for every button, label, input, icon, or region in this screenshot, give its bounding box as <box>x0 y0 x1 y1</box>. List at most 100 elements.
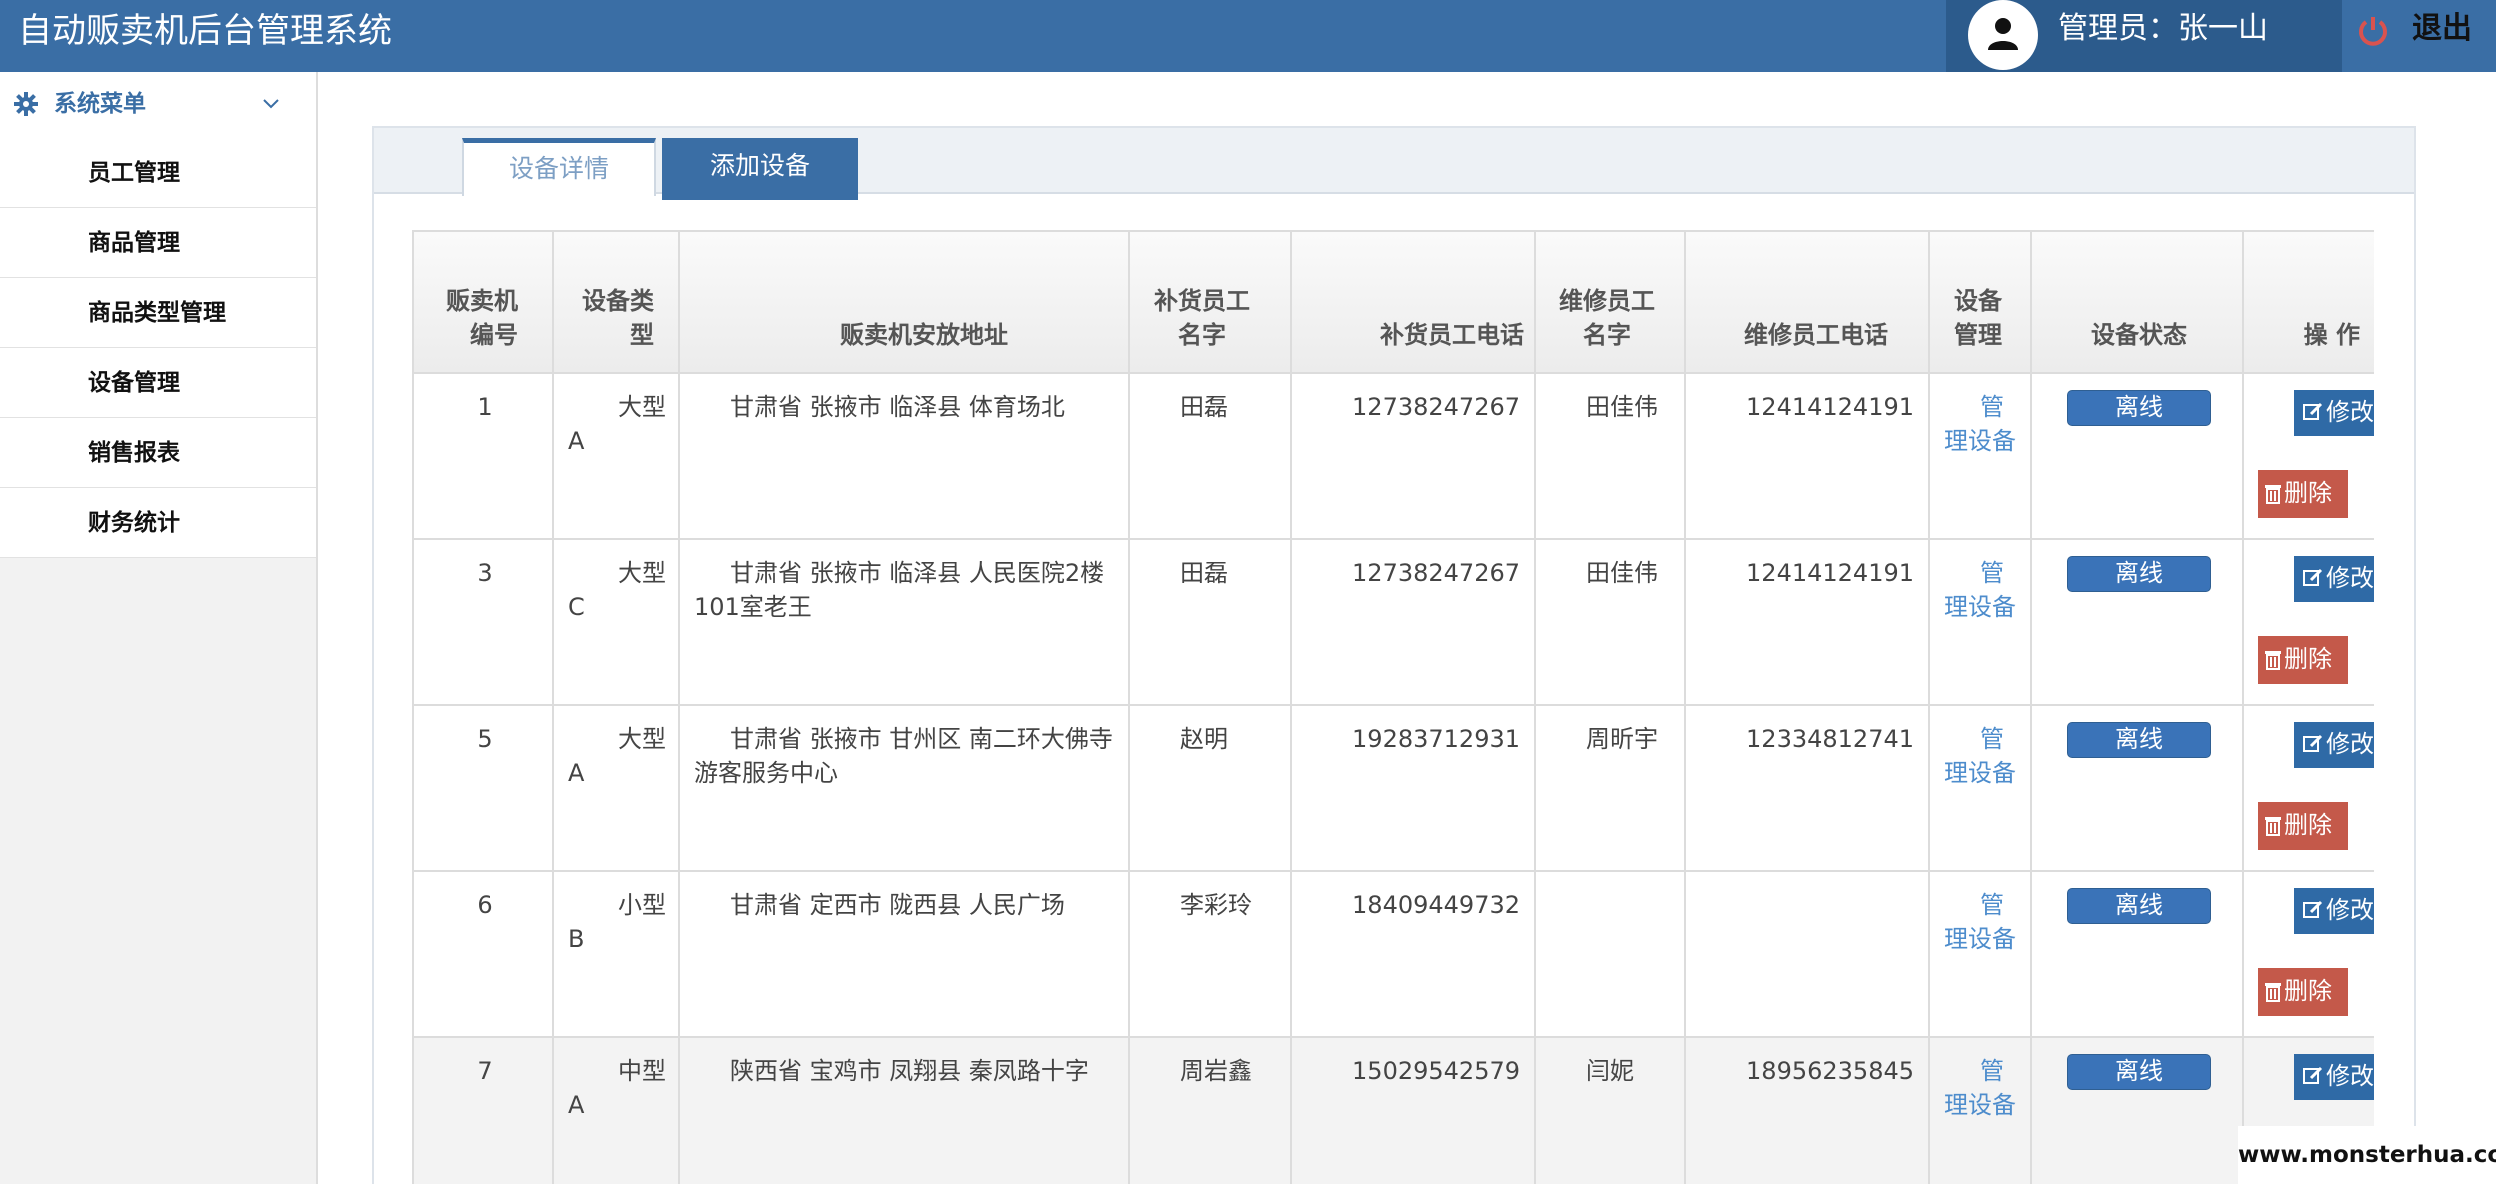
chevron-down-icon <box>263 99 279 109</box>
cell-restock-name: 李彩玲 <box>1128 870 1292 1038</box>
sidebar-item-devices[interactable]: 设备管理 <box>0 348 316 418</box>
sidebar-item-products[interactable]: 商品管理 <box>0 208 316 278</box>
sidebar-item-label: 设备管理 <box>88 370 180 396</box>
device-table: 贩卖机编号 设备类型 贩卖机安放地址 补货员工名字 补货员工电话 维修员工名字 … <box>412 230 2374 1184</box>
cell-address: 甘肃省 定西市 陇西县 人民广场 <box>678 870 1130 1038</box>
trash-icon <box>2265 651 2281 670</box>
edit-label: 修改 <box>2326 896 2374 924</box>
edit-icon <box>2303 734 2323 752</box>
system-menu-header[interactable]: 系统菜单 <box>0 72 316 138</box>
col-header-restock-phone: 补货员工电话 <box>1290 230 1536 374</box>
tab-add-device[interactable]: 添加设备 <box>662 138 858 200</box>
cell-id: 3 <box>412 538 554 706</box>
edit-button[interactable]: 修改 <box>2294 1054 2374 1100</box>
cell-type: 中型A <box>552 1036 680 1184</box>
col-header-type: 设备类型 <box>552 230 680 374</box>
sidebar-item-product-types[interactable]: 商品类型管理 <box>0 278 316 348</box>
cell-restock-name: 周岩鑫 <box>1128 1036 1292 1184</box>
sidebar-item-label: 商品管理 <box>88 230 180 256</box>
sidebar-item-employee[interactable]: 员工管理 <box>0 138 316 208</box>
power-icon <box>2359 17 2387 46</box>
sidebar-item-sales-report[interactable]: 销售报表 <box>0 418 316 488</box>
status-button[interactable]: 离线 <box>2067 390 2211 426</box>
delete-label: 删除 <box>2284 977 2332 1005</box>
edit-button[interactable]: 修改 <box>2294 888 2374 934</box>
status-button[interactable]: 离线 <box>2067 556 2211 592</box>
delete-button[interactable]: 删除 <box>2258 470 2348 518</box>
watermark: www.monsterhua.com <box>2238 1126 2496 1184</box>
cell-restock-phone: 12738247267 <box>1290 538 1536 706</box>
manage-device-link[interactable]: 管理设备 <box>1928 870 2032 1038</box>
user-box[interactable]: 管理员：张一山 <box>1946 0 2342 72</box>
edit-icon <box>2303 568 2323 586</box>
device-table-wrapper: 贩卖机编号 设备类型 贩卖机安放地址 补货员工名字 补货员工电话 维修员工名字 … <box>412 230 2374 1184</box>
sidebar-item-finance[interactable]: 财务统计 <box>0 488 316 558</box>
cell-actions: 修改 删除 <box>2242 704 2374 872</box>
delete-button[interactable]: 删除 <box>2258 636 2348 684</box>
delete-button[interactable]: 删除 <box>2258 968 2348 1016</box>
manage-device-link[interactable]: 管理设备 <box>1928 538 2032 706</box>
table-row: 6 小型B 甘肃省 定西市 陇西县 人民广场 李彩玲 18409449732 管… <box>412 870 2374 1038</box>
cell-restock-name: 田磊 <box>1128 538 1292 706</box>
user-icon <box>1988 18 2018 50</box>
col-header-manage: 设备管理 <box>1928 230 2032 374</box>
edit-button[interactable]: 修改 <box>2294 556 2374 602</box>
main-panel: 设备详情 添加设备 贩卖机编号 设备类型 贩卖机安放地址 补货员工名字 补货员工… <box>372 126 2416 1184</box>
col-header-restock-name: 补货员工名字 <box>1128 230 1292 374</box>
trash-icon <box>2265 817 2281 836</box>
table-header-row: 贩卖机编号 设备类型 贩卖机安放地址 补货员工名字 补货员工电话 维修员工名字 … <box>412 230 2374 374</box>
logout-label: 退出 <box>2412 11 2472 46</box>
sidebar-item-label: 销售报表 <box>88 440 180 466</box>
cell-repair-name: 闫妮 <box>1534 1036 1686 1184</box>
trash-icon <box>2265 485 2281 504</box>
status-button[interactable]: 离线 <box>2067 722 2211 758</box>
cell-repair-phone: 18956235845 <box>1684 1036 1930 1184</box>
cell-repair-phone: 12334812741 <box>1684 704 1930 872</box>
table-row: 5 大型A 甘肃省 张掖市 甘州区 南二环大佛寺游客服务中心 赵明 192837… <box>412 704 2374 872</box>
gear-icon <box>14 92 38 116</box>
app-title: 自动贩卖机后台管理系统 <box>18 11 392 51</box>
edit-icon <box>2303 900 2323 918</box>
status-button[interactable]: 离线 <box>2067 888 2211 924</box>
manage-device-link[interactable]: 管理设备 <box>1928 372 2032 540</box>
user-name: 管理员：张一山 <box>2058 11 2268 46</box>
cell-restock-name: 田磊 <box>1128 372 1292 540</box>
col-header-id: 贩卖机编号 <box>412 230 554 374</box>
edit-label: 修改 <box>2326 564 2374 592</box>
status-button[interactable]: 离线 <box>2067 1054 2211 1090</box>
cell-repair-name: 田佳伟 <box>1534 372 1686 540</box>
cell-id: 6 <box>412 870 554 1038</box>
cell-id: 5 <box>412 704 554 872</box>
tab-device-details[interactable]: 设备详情 <box>462 138 656 196</box>
cell-repair-name: 周昕宇 <box>1534 704 1686 872</box>
manage-device-link[interactable]: 管理设备 <box>1928 704 2032 872</box>
cell-type: 大型A <box>552 704 680 872</box>
cell-address: 甘肃省 张掖市 临泽县 人民医院2楼101室老王 <box>678 538 1130 706</box>
cell-actions: 修改 删除 <box>2242 538 2374 706</box>
cell-address: 陕西省 宝鸡市 凤翔县 秦凤路十字 <box>678 1036 1130 1184</box>
cell-repair-phone <box>1684 870 1930 1038</box>
cell-address: 甘肃省 张掖市 临泽县 体育场北 <box>678 372 1130 540</box>
cell-status: 离线 <box>2030 372 2244 540</box>
manage-device-link[interactable]: 管理设备 <box>1928 1036 2032 1184</box>
sidebar-item-label: 商品类型管理 <box>88 300 226 326</box>
col-header-repair-phone: 维修员工电话 <box>1684 230 1930 374</box>
cell-type: 大型A <box>552 372 680 540</box>
table-row: 7 中型A 陕西省 宝鸡市 凤翔县 秦凤路十字 周岩鑫 15029542579 … <box>412 1036 2374 1184</box>
delete-button[interactable]: 删除 <box>2258 802 2348 850</box>
cell-repair-phone: 12414124191 <box>1684 538 1930 706</box>
cell-status: 离线 <box>2030 538 2244 706</box>
edit-icon <box>2303 1066 2323 1084</box>
edit-button[interactable]: 修改 <box>2294 390 2374 436</box>
edit-label: 修改 <box>2326 1062 2374 1090</box>
edit-label: 修改 <box>2326 730 2374 758</box>
edit-icon <box>2303 402 2323 420</box>
avatar[interactable] <box>1968 0 2038 70</box>
edit-button[interactable]: 修改 <box>2294 722 2374 768</box>
sidebar-item-label: 财务统计 <box>88 510 180 536</box>
cell-status: 离线 <box>2030 1036 2244 1184</box>
top-header: 自动贩卖机后台管理系统 管理员：张一山 退出 <box>0 0 2496 72</box>
cell-type: 大型C <box>552 538 680 706</box>
sidebar: 系统菜单 员工管理 商品管理 商品类型管理 设备管理 销售报表 财务统计 <box>0 72 318 1184</box>
trash-icon <box>2265 983 2281 1002</box>
